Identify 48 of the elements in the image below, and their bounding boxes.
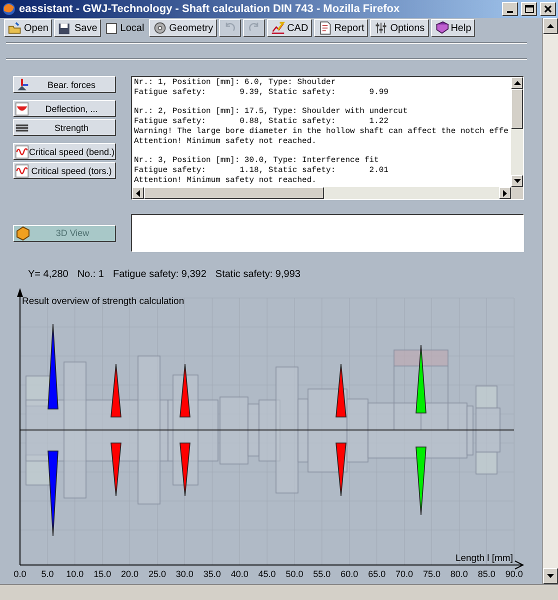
- tick-label: 65.0: [368, 569, 386, 579]
- toolbar-button[interactable]: CAD: [267, 19, 312, 37]
- status-text: No.: 1: [77, 269, 104, 282]
- tick-label: 80.0: [450, 569, 468, 579]
- tick-label: 85.0: [478, 569, 496, 579]
- tick-label: 75.0: [422, 569, 441, 579]
- tick-label: 55.0: [313, 569, 331, 579]
- toolbar-button[interactable]: Help: [430, 19, 476, 37]
- tick-label: 50.0: [286, 569, 304, 579]
- window-title: eassistant - GWJ-Technology - Shaft calculation DIN 743 - Mozilla Firefox: [19, 3, 401, 15]
- tick-label: 90.0: [505, 569, 523, 579]
- result-line: Nr.: 2, Position [mm]: 17.5, Type: Shoulder with undercut: [134, 107, 409, 117]
- toolbar-button[interactable]: Options: [370, 19, 429, 37]
- tick-label: 60.0: [340, 569, 358, 579]
- result-line: Fatigue safety: 0.88, Static safety: 1.22: [134, 117, 390, 127]
- local-checkbox[interactable]: Local: [103, 19, 148, 37]
- tick-label: 70.0: [396, 569, 414, 579]
- result-line: Attention! Minimum safety not reached.: [134, 176, 318, 186]
- result-line: Attention! Minimum safety not reached.: [134, 137, 318, 147]
- result-line: Warning! The large bore diameter in the hollow shaft can affect the notch effe: [134, 127, 509, 137]
- axis-label: Length l [mm]: [455, 553, 513, 564]
- result-line: Fatigue safety: 9.39, Static safety: 9.99: [134, 88, 390, 98]
- side-button[interactable]: Critical speed (bend.): [13, 143, 116, 160]
- tick-label: 25.0: [148, 569, 166, 579]
- status-text: Static safety: 9,993: [215, 269, 300, 282]
- toolbar-button[interactable]: Open: [4, 19, 52, 37]
- result-line: Nr.: 1, Position [mm]: 6.0, Type: Shoulder: [134, 78, 337, 88]
- tick-label: 45.0: [258, 569, 276, 579]
- result-line: Fatigue safety: 1.18, Static safety: 2.01: [134, 166, 390, 176]
- toolbar-button[interactable]: Save: [54, 19, 102, 37]
- tick-label: 15.0: [94, 569, 112, 579]
- tick-label: 30.0: [176, 569, 194, 579]
- toolbar-button[interactable]: Geometry: [149, 19, 218, 37]
- tick-label: 10.0: [66, 569, 84, 579]
- tick-label: 40.0: [230, 569, 248, 579]
- side-button[interactable]: Deflection, ...: [13, 100, 116, 117]
- result-line: Nr.: 3, Position [mm]: 30.0, Type: Interference fit: [134, 156, 380, 166]
- tick-label: 35.0: [203, 569, 221, 579]
- status-text: Y= 4,280: [28, 269, 68, 282]
- tick-label: 20.0: [121, 569, 139, 579]
- side-button[interactable]: Strength: [13, 119, 116, 136]
- side-button[interactable]: Bear. forces: [13, 76, 116, 93]
- plot-title: Result overview of strength calculation: [22, 296, 184, 307]
- side-button[interactable]: Critical speed (tors.): [13, 162, 116, 179]
- status-text: Fatigue safety: 9,392: [113, 269, 206, 282]
- tick-label: 5.0: [41, 569, 54, 579]
- toolbar-button[interactable]: Report: [314, 19, 368, 37]
- tick-label: 0.0: [14, 569, 26, 579]
